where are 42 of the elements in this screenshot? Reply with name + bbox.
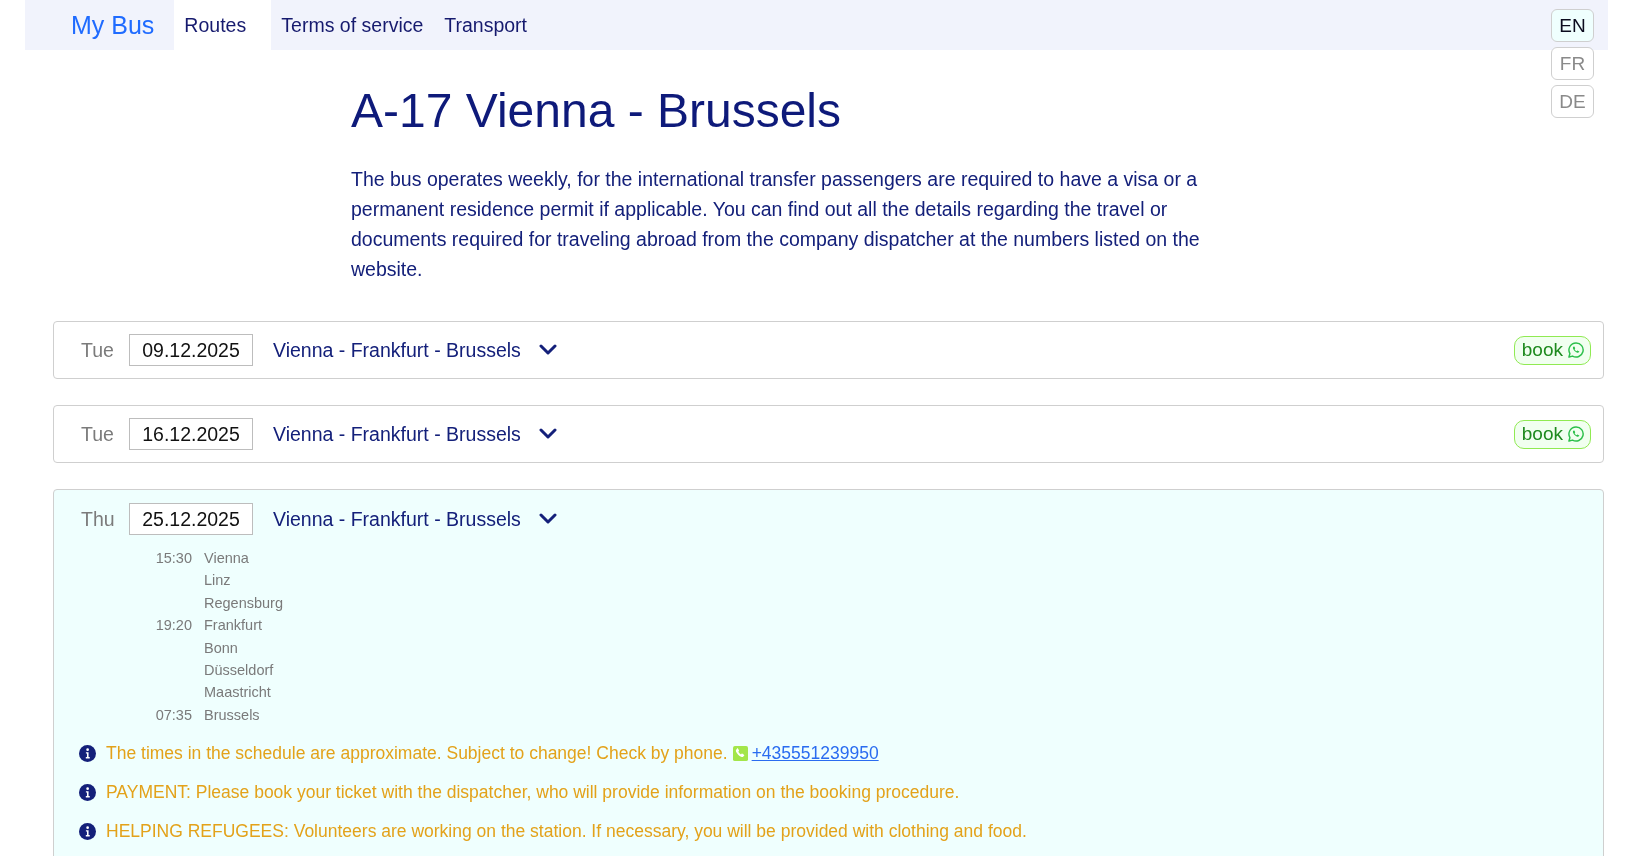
day-label: Tue	[81, 422, 115, 446]
route-name[interactable]: Vienna - Frankfurt - Brussels	[273, 507, 521, 531]
chevron-down-icon[interactable]	[538, 344, 557, 356]
info-icon	[79, 784, 96, 802]
route-description: The bus operates weekly, for the international transfer passengers are required to have a visa or a permanent residence permit if applicable. You can find out all the details regarding the travel or documents required for traveling abroad from the company dispatcher at the numbers listed on the website.	[351, 167, 1201, 282]
stop-name: Vienna	[204, 549, 250, 568]
route-name[interactable]: Vienna - Frankfurt - Brussels	[273, 338, 521, 362]
date-field[interactable]: 16.12.2025	[129, 418, 253, 450]
stop-name: Regensburg	[204, 593, 283, 613]
day-label: Thu	[81, 507, 116, 531]
nav-tab[interactable]: Routes	[174, 0, 272, 50]
chevron-down-icon[interactable]	[538, 428, 557, 440]
language-button[interactable]: EN	[1551, 9, 1594, 42]
stop-time: 15:30	[154, 549, 192, 568]
stop-name: Düsseldorf	[204, 661, 275, 681]
chat-bubble-phone-icon	[1568, 342, 1584, 358]
note-text: PAYMENT: Please book your ticket with the dispatcher, who will provide information on the booking procedure.	[106, 782, 960, 804]
page-title: A-17 Vienna - Brussels	[351, 83, 842, 139]
phone-icon	[732, 746, 748, 762]
route-name[interactable]: Vienna - Frankfurt - Brussels	[273, 422, 521, 446]
stop-time: 07:35	[154, 705, 192, 725]
stop-name: Linz	[204, 571, 232, 591]
note-text: HELPING REFUGEES: Volunteers are working on the station. If necessary, you will be provided with clothing and food.	[106, 821, 1027, 843]
phone-link[interactable]: +435551239950	[751, 743, 879, 765]
book-button[interactable]: book	[1513, 335, 1591, 365]
nav-tab[interactable]: Transport	[434, 0, 539, 50]
info-icon	[79, 823, 96, 841]
nav-tab[interactable]: Terms of service	[271, 0, 435, 50]
date-field[interactable]: 09.12.2025	[129, 334, 253, 366]
info-icon	[79, 745, 96, 763]
chevron-down-icon[interactable]	[538, 513, 557, 525]
brand-link[interactable]: My Bus	[25, 0, 175, 50]
note-text: The times in the schedule are approximate. Subject to change! Check by phone.	[106, 743, 728, 765]
date-field[interactable]: 25.12.2025	[129, 503, 253, 535]
stop-name: Frankfurt	[204, 616, 263, 636]
day-label: Tue	[81, 338, 115, 362]
stop-name: Brussels	[204, 705, 261, 725]
stop-name: Bonn	[204, 638, 239, 658]
chat-bubble-phone-icon	[1568, 426, 1584, 442]
stop-time: 19:20	[154, 616, 192, 636]
stop-name: Maastricht	[204, 683, 272, 703]
book-button[interactable]: book	[1513, 419, 1591, 449]
